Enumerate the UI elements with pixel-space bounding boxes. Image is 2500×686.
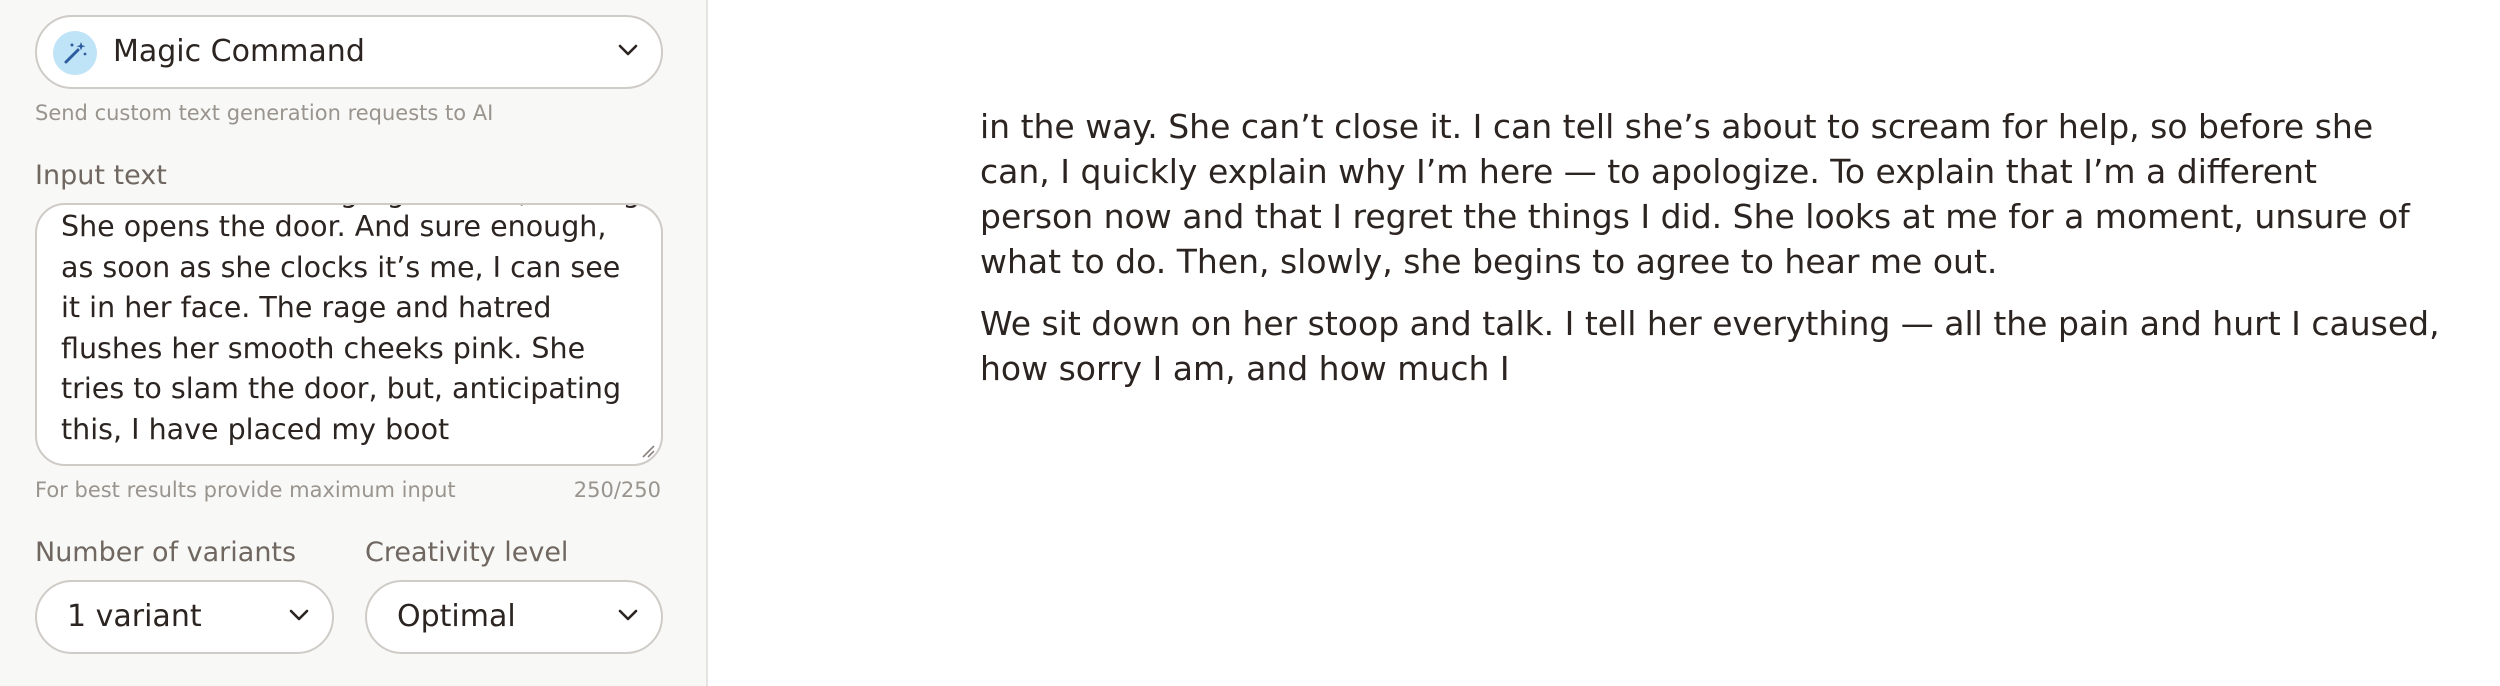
sidebar-panel: Magic Command Send custom text generatio… <box>0 0 708 686</box>
creativity-select-value: Optimal <box>397 599 516 634</box>
creativity-select[interactable]: Optimal <box>365 580 663 654</box>
input-hint: For best results provide maximum input <box>35 478 456 502</box>
variants-label: Number of variants <box>35 537 297 568</box>
creativity-label: Creativity level <box>365 537 569 568</box>
document-paragraph: in the way. She can’t close it. I can te… <box>980 107 2410 281</box>
input-text-label: Input text <box>35 160 167 191</box>
input-textarea[interactable]: …and she's standing right there, waiting… <box>35 203 663 466</box>
chevron-down-icon <box>618 44 638 56</box>
chevron-down-icon <box>289 609 309 621</box>
command-select[interactable]: Magic Command <box>35 15 663 89</box>
variants-select-value: 1 variant <box>67 599 202 634</box>
chevron-down-icon <box>618 609 638 621</box>
character-counter: 250/250 <box>573 478 661 502</box>
document-editor[interactable]: in the way. She can’t close it. I can te… <box>980 104 2440 408</box>
command-description: Send custom text generation requests to … <box>35 101 494 125</box>
resize-grip-icon[interactable] <box>641 444 655 458</box>
magic-wand-icon <box>64 42 87 64</box>
wand-badge <box>53 31 97 75</box>
variants-select[interactable]: 1 variant <box>35 580 334 654</box>
document-paragraph: We sit down on her stoop and talk. I tel… <box>980 304 2440 388</box>
command-select-label: Magic Command <box>113 34 365 69</box>
textarea-content: She opens the door. And sure enough, as … <box>61 210 622 446</box>
